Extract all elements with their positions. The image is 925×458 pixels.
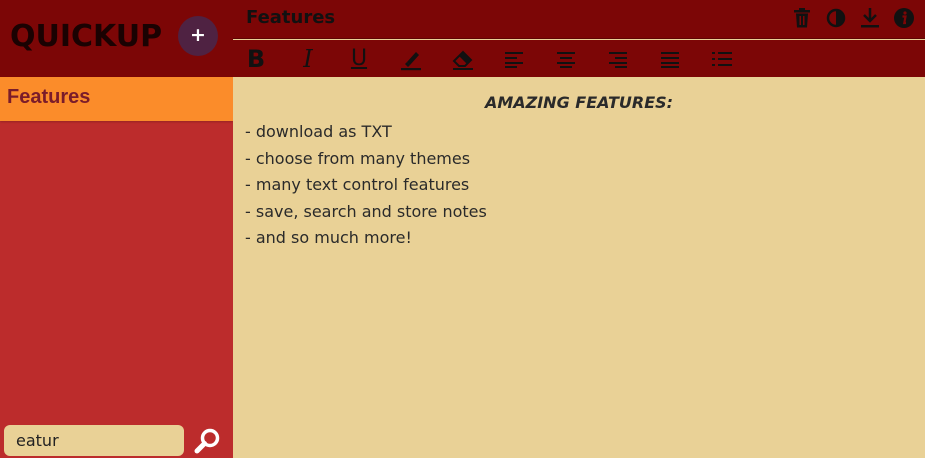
trash-icon [794, 8, 810, 28]
align-justify-icon [661, 52, 679, 68]
note-line: - many text control features [245, 175, 470, 194]
app-logo: QUICKUP [10, 19, 163, 54]
bullet-list-button[interactable] [709, 46, 735, 72]
search-input[interactable] [4, 425, 184, 456]
sidebar: QUICKUP + Features [0, 0, 233, 458]
align-right-icon [609, 52, 627, 68]
search-button[interactable] [193, 425, 223, 456]
bold-label: B [246, 45, 266, 73]
justify-button[interactable] [657, 46, 683, 72]
note-header: Features [233, 0, 925, 39]
search-icon [194, 428, 220, 454]
note-line: - download as TXT [245, 122, 392, 141]
underline-label: U [350, 46, 368, 71]
italic-button[interactable]: I [295, 46, 321, 72]
align-left-button[interactable] [501, 46, 527, 72]
bold-button[interactable]: B [243, 46, 269, 72]
bullet-list-icon [712, 52, 732, 66]
highlighter-icon [401, 52, 421, 71]
clear-format-button[interactable] [450, 46, 476, 72]
add-note-button[interactable]: + [178, 16, 218, 56]
note-line: - and so much more! [245, 228, 412, 247]
italic-label: I [303, 45, 313, 73]
align-center-icon [557, 52, 575, 68]
align-right-button[interactable] [605, 46, 631, 72]
note-actions [791, 7, 915, 29]
note-line: - save, search and store notes [245, 201, 487, 221]
brand-bar: QUICKUP + [0, 0, 233, 77]
note-list-item[interactable]: Features [0, 77, 233, 121]
download-icon [861, 8, 879, 28]
theme-contrast-icon [826, 8, 846, 28]
note-title[interactable]: Features [246, 7, 335, 28]
format-toolbar: B I U [233, 40, 925, 77]
info-icon [894, 8, 914, 28]
note-line: - choose from many themes [245, 148, 471, 168]
note-heading: AMAZING FEATURES: [484, 93, 674, 112]
align-left-icon [505, 52, 523, 68]
highlight-button[interactable] [398, 46, 424, 72]
info-button[interactable] [893, 7, 915, 29]
note-editor[interactable]: AMAZING FEATURES: - download as TXT - ch… [233, 77, 925, 458]
download-button[interactable] [859, 7, 881, 29]
theme-toggle-button[interactable] [825, 7, 847, 29]
align-center-button[interactable] [553, 46, 579, 72]
underline-button[interactable]: U [346, 46, 372, 72]
note-list-item-label: Features [7, 86, 91, 108]
eraser-icon [452, 50, 473, 70]
note-body: - download as TXT - choose from many the… [245, 119, 487, 252]
delete-button[interactable] [791, 7, 813, 29]
